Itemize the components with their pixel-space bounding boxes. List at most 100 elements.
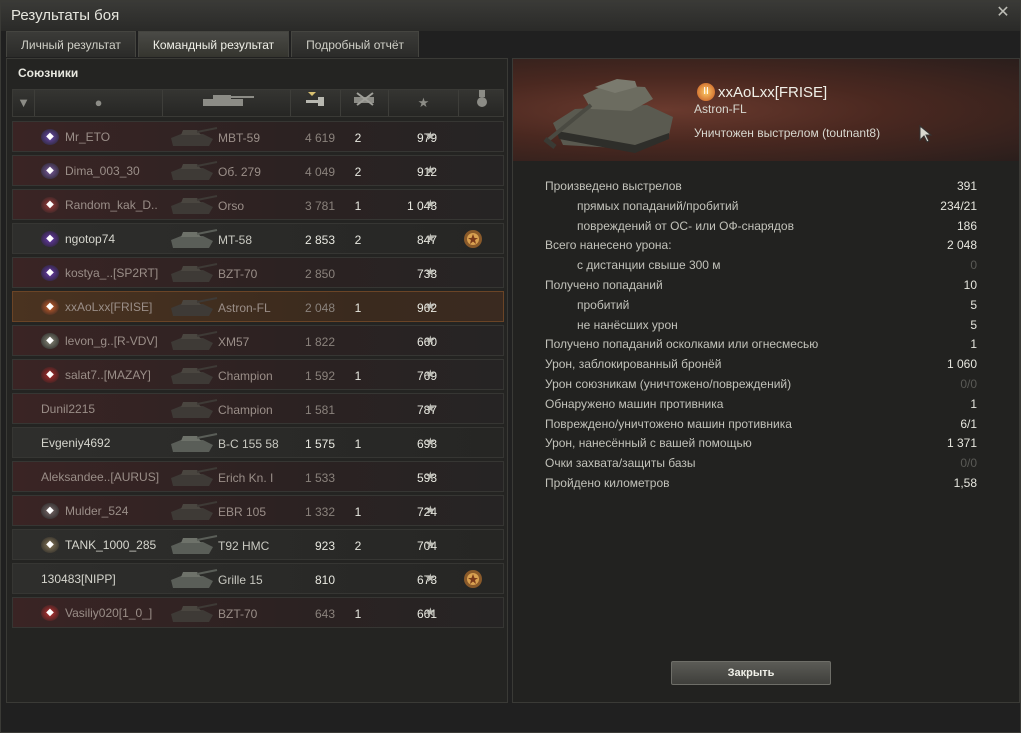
- star-icon: ★: [425, 231, 436, 245]
- stat-label: Очки захвата/защиты базы: [545, 456, 696, 471]
- stat-row: не нанёсших урон 5: [545, 314, 977, 334]
- vehicle-icon: [171, 297, 218, 316]
- table-row[interactable]: ◆ Dima_003_30 Об. 279 4 049 2 912 ★: [12, 155, 504, 186]
- table-row[interactable]: ◆ Vasiliy020[1_0_] BZT-70 643 1 661 ★: [12, 597, 504, 628]
- damage-value: 1 592: [304, 369, 335, 383]
- vehicle-name: MBT-59: [218, 131, 261, 145]
- vehicle-name: Erich Kn. I: [218, 471, 274, 485]
- vehicle-name: MT-58: [218, 233, 253, 247]
- damage-icon[interactable]: [291, 90, 341, 116]
- damage-value: 810: [314, 573, 335, 587]
- kills-value: 1: [354, 437, 362, 451]
- player-name: 130483[NIPP]: [41, 572, 116, 586]
- stat-label: Урон, нанесённый с вашей помощью: [545, 436, 752, 451]
- vehicle-icon[interactable]: [163, 90, 291, 116]
- star-icon: ★: [425, 265, 436, 279]
- stat-row: Урон, заблокированный бронёй 1 060: [545, 353, 977, 373]
- damage-value: 1 575: [304, 437, 335, 451]
- stat-row: Очки захвата/защиты базы 0/0: [545, 452, 977, 472]
- damage-value: 2 850: [304, 267, 335, 281]
- player-icon[interactable]: ●: [35, 90, 163, 116]
- stat-value: 5: [970, 297, 977, 312]
- table-row[interactable]: Dunil2215 Champion 1 581 787 ★: [12, 393, 504, 424]
- damage-value: 2 853: [304, 233, 335, 247]
- vehicle-name: Champion: [218, 369, 273, 383]
- kills-value: 1: [354, 607, 362, 621]
- kills-icon[interactable]: [341, 90, 389, 116]
- stat-row: с дистанции свыше 300 м 0: [545, 254, 977, 274]
- table-row[interactable]: ◆ TANK_1000_285 T92 HMC 923 2 704 ★: [12, 529, 504, 560]
- table-row[interactable]: 130483[NIPP] Grille 15 810 673 ★: [12, 563, 504, 594]
- tab-bar: Личный результат Командный результат Под…: [6, 31, 421, 57]
- table-row[interactable]: ◆ Mulder_524 EBR 105 1 332 1 724 ★: [12, 495, 504, 526]
- title-bar: Результаты боя ✕: [1, 1, 1020, 31]
- stat-row: Урон союзникам (уничтожено/повреждений) 0…: [545, 373, 977, 393]
- stat-label: прямых попаданий/пробитий: [577, 198, 739, 213]
- table-row[interactable]: ◆ levon_g..[R-VDV] XM57 1 822 660 ★: [12, 325, 504, 356]
- medal-icon[interactable]: [459, 90, 505, 116]
- platoon-icon[interactable]: ▼: [13, 90, 35, 116]
- stat-row: Повреждено/уничтожено машин противника 6/…: [545, 413, 977, 433]
- table-row[interactable]: Evgeniy4692 B-C 155 58 1 575 1 693 ★: [12, 427, 504, 458]
- close-button[interactable]: Закрыть: [671, 661, 831, 685]
- stat-label: Произведено выстрелов: [545, 179, 682, 193]
- xp-star-icon[interactable]: ★: [389, 90, 459, 116]
- star-icon: ★: [425, 503, 436, 517]
- stat-value: 5: [970, 317, 977, 332]
- window-title: Результаты боя: [11, 7, 120, 24]
- star-icon: ★: [425, 333, 436, 347]
- table-row[interactable]: ◆ Random_kak_D.. Orso 3 781 1 1 043 ★: [12, 189, 504, 220]
- vehicle-icon: [171, 161, 218, 180]
- table-row[interactable]: ◆ ngotop74 MT-58 2 853 2 847 ★: [12, 223, 504, 254]
- stat-row: Получено попаданий осколками или огнесме…: [545, 333, 977, 353]
- kills-value: 2: [354, 539, 362, 553]
- allies-title: Союзники: [18, 66, 79, 80]
- rank-badge-icon: ◆: [41, 299, 59, 315]
- stat-row: пробитий 5: [545, 294, 977, 314]
- stat-value: 10: [963, 278, 977, 292]
- vehicle-name: XM57: [218, 335, 250, 349]
- vehicle-name: T92 HMC: [218, 539, 270, 553]
- player-name: Aleksandee..[AURUS]: [41, 470, 159, 484]
- rank-badge-icon: ◆: [41, 503, 59, 519]
- stat-label: Повреждено/уничтожено машин противника: [545, 416, 792, 431]
- table-row[interactable]: ◆ Mr_ETO MBT-59 4 619 2 979 ★: [12, 121, 504, 152]
- vehicle-name: Grille 15: [218, 573, 263, 587]
- vehicle-icon: [171, 127, 218, 146]
- medal-icon: [464, 570, 482, 588]
- vehicle-icon: [171, 433, 218, 452]
- table-row[interactable]: ◆ kostya_..[SP2RT] BZT-70 2 850 733 ★: [12, 257, 504, 288]
- tab-detailed[interactable]: Подробный отчёт: [291, 31, 420, 57]
- stat-value: 1: [970, 396, 977, 411]
- vehicle-icon: [171, 365, 218, 384]
- stat-row: прямых попаданий/пробитий 234/21: [545, 195, 977, 215]
- table-row[interactable]: Aleksandee..[AURUS] Erich Kn. I1 533 593 ★: [12, 461, 504, 492]
- star-icon: ★: [425, 469, 436, 483]
- star-icon: ★: [425, 537, 436, 551]
- vehicle-name: BZT-70: [218, 607, 258, 621]
- star-icon: ★: [425, 299, 436, 313]
- stat-value: 1 060: [946, 357, 977, 372]
- kills-value: 1: [354, 369, 362, 383]
- vehicle-icon: [171, 263, 218, 282]
- stat-value: 391: [956, 179, 977, 193]
- vehicle-name: Об. 279: [218, 165, 261, 179]
- stat-label: Получено попаданий осколками или огнесме…: [545, 337, 819, 352]
- clan-badge-icon: II: [697, 83, 715, 101]
- vehicle-icon: [171, 467, 218, 486]
- table-row[interactable]: ◆ xxAoLxx[FRISE] Astron-FL 2 048 1 962 ★: [12, 291, 504, 322]
- vehicle-name: BZT-70: [218, 267, 258, 281]
- stat-label: пробитий: [577, 297, 630, 312]
- table-row[interactable]: ◆ salat7..[MAZAY] Champion 1 592 1 769 ★: [12, 359, 504, 390]
- vehicle-icon: [171, 229, 218, 248]
- tank-image: [543, 79, 673, 153]
- stat-label: Получено попаданий: [545, 278, 663, 292]
- star-icon: ★: [425, 367, 436, 381]
- stat-label: Урон союзникам (уничтожено/повреждений): [545, 377, 792, 391]
- vehicle-icon: [171, 195, 218, 214]
- tab-personal[interactable]: Личный результат: [6, 31, 136, 57]
- stat-label: Всего нанесено урона:: [545, 238, 672, 253]
- tab-team[interactable]: Командный результат: [137, 31, 290, 57]
- stat-label: Урон, заблокированный бронёй: [545, 357, 722, 372]
- close-icon[interactable]: ✕: [994, 4, 1012, 22]
